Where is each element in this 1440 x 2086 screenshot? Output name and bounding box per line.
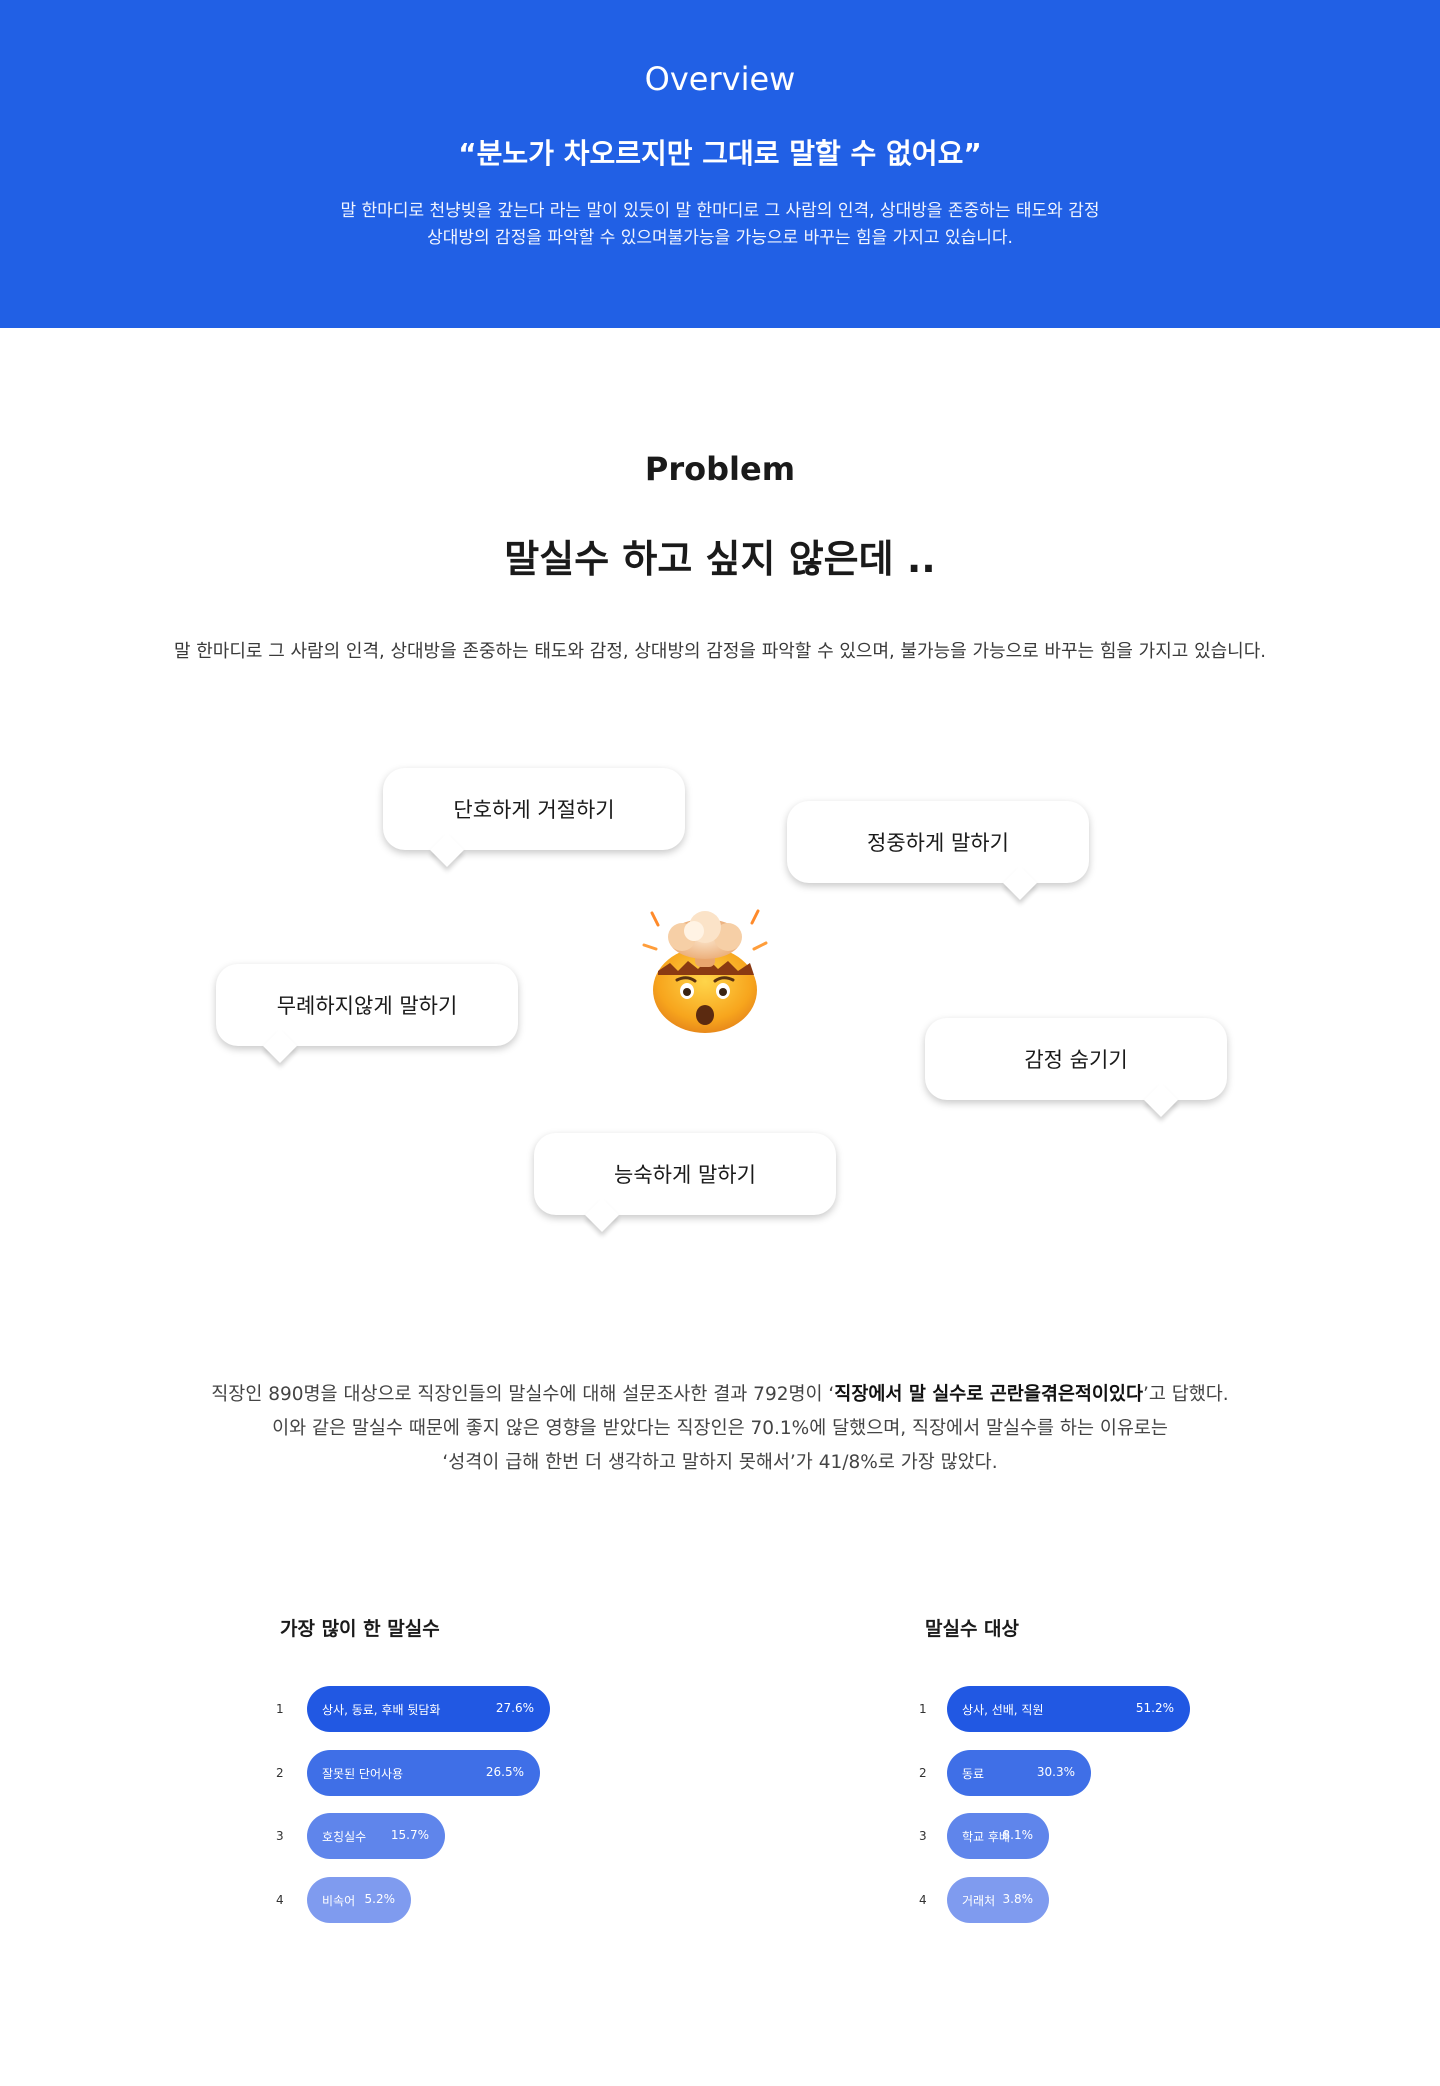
- survey-line-3: ‘성격이 급해 한번 더 생각하고 말하지 못해서’가 41/8%로 가장 많았…: [442, 1452, 998, 1473]
- rank-bar-label: 호칭실수: [322, 1830, 367, 1844]
- rank-number: 4: [919, 1893, 927, 1907]
- rank-bar: 상사, 동료, 후배 뒷담화 27.6%: [307, 1686, 550, 1732]
- speech-bubble-not-rude: 무례하지않게 말하기: [216, 964, 518, 1063]
- rank-bar-value: 5.2%: [364, 1892, 396, 1906]
- rank-bar-label: 비속어: [322, 1894, 356, 1908]
- bubble-tail: [430, 833, 464, 867]
- rank-bar-value: 26.5%: [485, 1765, 524, 1779]
- rank-bar-value: 3.8%: [1002, 1892, 1034, 1906]
- problem-description: 말 한마디로 그 사람의 인격, 상대방을 존중하는 태도와 감정, 상대방의 …: [173, 641, 1267, 662]
- chart-title: 가장 많이 한 말실수: [280, 1618, 440, 1640]
- survey-line-2: 이와 같은 말실수 때문에 좋지 않은 영향을 받았다는 직장인은 70.1%에…: [272, 1418, 1168, 1439]
- overview-description: 말 한마디로 천냥빚을 갚는다 라는 말이 있듯이 말 한마디로 그 사람의 인…: [0, 198, 1440, 252]
- rank-bar-label: 동료: [962, 1767, 985, 1781]
- rank-bar-label: 상사, 동료, 후배 뒷담화: [322, 1703, 441, 1717]
- rank-number: 1: [276, 1702, 284, 1716]
- bubble-text: 정중하게 말하기: [867, 831, 1009, 855]
- overview-title: Overview: [644, 60, 796, 98]
- speech-bubble-skillful: 능숙하게 말하기: [534, 1133, 836, 1232]
- rank-bar: 동료 30.3%: [947, 1750, 1091, 1796]
- bubble-tail: [1144, 1083, 1178, 1117]
- survey-highlight: 직장에서 말 실수로 곤란을겪은적이있다: [834, 1384, 1143, 1405]
- rank-bar-value: 51.2%: [1135, 1701, 1174, 1715]
- survey-line-1: 직장인 890명을 대상으로 직장인들의 말실수에 대해 설문조사한 결과 79…: [0, 1378, 1440, 1412]
- overview-section: Overview “분노가 차오르지만 그대로 말할 수 없어요” 말 한마디로…: [0, 0, 1440, 328]
- survey-line-1-post: ’고 답했다.: [1142, 1384, 1229, 1405]
- bubble-tail: [1003, 866, 1037, 900]
- rank-bar: 잘못된 단어사용 26.5%: [307, 1750, 540, 1796]
- problem-headline: 말실수 하고 싶지 않은데 ..: [504, 537, 936, 581]
- rank-bar-value: 8.1%: [1002, 1828, 1034, 1842]
- rank-bar-label: 잘못된 단어사용: [322, 1767, 404, 1781]
- bubble-tail: [585, 1198, 619, 1232]
- rank-bar-label: 거래처: [962, 1894, 996, 1908]
- speech-bubble-hide-emotion: 감정 숨기기: [925, 1018, 1227, 1117]
- rank-number: 3: [276, 1829, 284, 1843]
- chart-title: 말실수 대상: [925, 1618, 1020, 1640]
- rank-bar: 거래처 3.8%: [947, 1877, 1049, 1923]
- rank-bar: 상사, 선배, 직원 51.2%: [947, 1686, 1190, 1732]
- rank-bar-value: 27.6%: [495, 1701, 534, 1715]
- overview-desc-line-2: 상대방의 감정을 파악할 수 있으며불가능을 가능으로 바꾸는 힘을 가지고 있…: [427, 228, 1013, 248]
- rank-number: 1: [919, 1702, 927, 1716]
- rank-bar-label: 상사, 선배, 직원: [962, 1703, 1044, 1717]
- rank-number: 4: [276, 1893, 284, 1907]
- rank-bar-value: 30.3%: [1036, 1765, 1075, 1779]
- bubble-text: 단호하게 거절하기: [453, 798, 615, 822]
- rank-number: 2: [919, 1766, 927, 1780]
- bubble-text: 감정 숨기기: [1024, 1048, 1128, 1072]
- overview-desc-line-1: 말 한마디로 천냥빚을 갚는다 라는 말이 있듯이 말 한마디로 그 사람의 인…: [340, 201, 1100, 221]
- speech-bubble-refuse: 단호하게 거절하기: [383, 768, 685, 867]
- problem-title: Problem: [644, 450, 796, 488]
- rank-bar: 비속어 5.2%: [307, 1877, 411, 1923]
- rank-number: 3: [919, 1829, 927, 1843]
- survey-line-1-pre: 직장인 890명을 대상으로 직장인들의 말실수에 대해 설문조사한 결과 79…: [211, 1384, 835, 1405]
- rank-bar: 호칭실수 15.7%: [307, 1813, 445, 1859]
- speech-bubble-polite: 정중하게 말하기: [787, 801, 1089, 900]
- overview-quote: “분노가 차오르지만 그대로 말할 수 없어요”: [458, 137, 982, 170]
- exploding-head-icon: [642, 909, 768, 1033]
- rank-bar-value: 15.7%: [390, 1828, 429, 1842]
- bubble-text: 능숙하게 말하기: [614, 1163, 756, 1187]
- bubble-tail: [263, 1029, 297, 1063]
- rank-number: 2: [276, 1766, 284, 1780]
- survey-paragraph: 직장인 890명을 대상으로 직장인들의 말실수에 대해 설문조사한 결과 79…: [0, 1378, 1440, 1480]
- rank-bar: 학교 후배 8.1%: [947, 1813, 1049, 1859]
- bubble-text: 무례하지않게 말하기: [276, 994, 458, 1018]
